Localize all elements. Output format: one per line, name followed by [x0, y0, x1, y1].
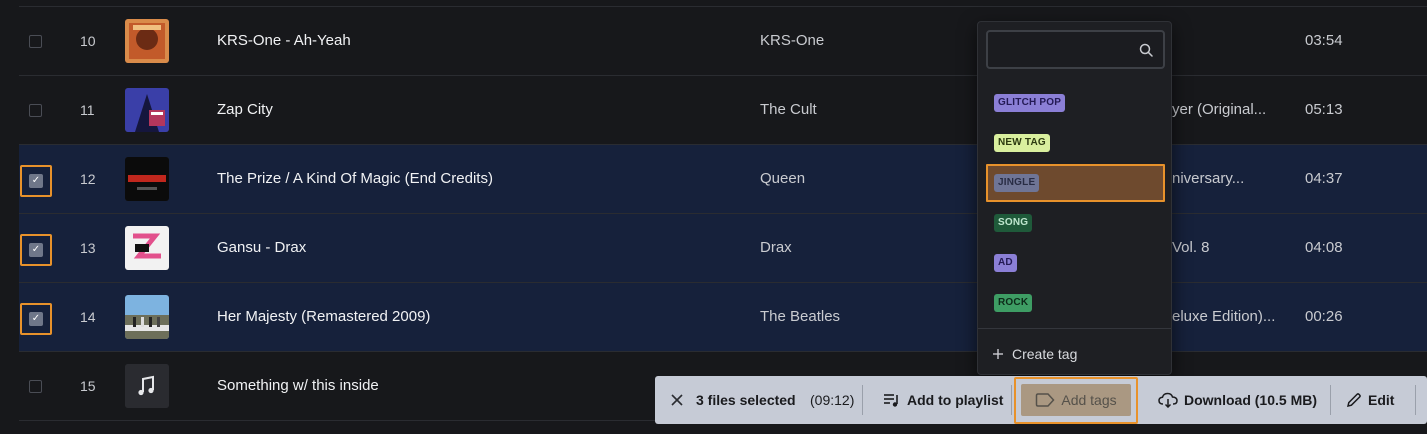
selection-action-bar: 3 files selected (09:12) Add to playlist…: [655, 376, 1427, 424]
edit-button[interactable]: Edit: [1346, 388, 1394, 412]
track-artist[interactable]: Queen: [760, 170, 805, 187]
tag-icon: [1036, 393, 1055, 407]
checkbox-focus-ring: ✓: [20, 303, 52, 335]
tag-chip: NEW TAG: [994, 134, 1050, 152]
create-tag-button[interactable]: Create tag: [992, 342, 1077, 366]
zap-city-cover: [125, 88, 169, 132]
table-row[interactable]: ✓ 13 Gansu - Drax Drax Vol. 8 04:08: [19, 214, 1427, 283]
plus-icon: [993, 349, 1003, 359]
row-checkbox[interactable]: [29, 35, 42, 48]
row-checkbox[interactable]: [29, 104, 42, 117]
tag-chip: SONG: [994, 214, 1033, 232]
row-checkbox[interactable]: ✓: [29, 174, 43, 188]
tag-search-field[interactable]: [986, 30, 1165, 69]
tag-option-rock[interactable]: ROCK: [986, 284, 1165, 322]
row-checkbox[interactable]: ✓: [29, 243, 43, 257]
track-title[interactable]: Something w/ this inside: [217, 377, 379, 394]
track-number: 13: [80, 240, 96, 256]
table-row[interactable]: 10 KRS-One - Ah-Yeah KRS-One 03:54: [19, 7, 1427, 76]
tag-option-new-tag[interactable]: NEW TAG: [986, 124, 1165, 162]
selected-count: 3 files selected: [696, 392, 796, 408]
abbey-road-cover: [125, 295, 169, 339]
track-title[interactable]: Zap City: [217, 101, 273, 118]
track-album[interactable]: yer (Original...: [1172, 101, 1266, 118]
checkbox-focus-ring: ✓: [20, 165, 52, 197]
tag-option-glitch-pop[interactable]: GLITCH POP: [986, 84, 1165, 122]
selected-duration: (09:12): [810, 392, 855, 408]
tag-option-jingle[interactable]: JINGLE: [986, 164, 1165, 202]
close-icon[interactable]: [667, 390, 687, 410]
track-duration: 04:37: [1305, 170, 1343, 187]
music-note-icon: [125, 364, 169, 408]
track-title[interactable]: The Prize / A Kind Of Magic (End Credits…: [217, 170, 493, 187]
track-artist[interactable]: The Cult: [760, 101, 817, 118]
row-checkbox[interactable]: [29, 380, 42, 393]
add-tags-label: Add tags: [1061, 392, 1117, 408]
pencil-icon: [1346, 393, 1361, 408]
track-artist[interactable]: The Beatles: [760, 308, 840, 325]
divider: [1415, 385, 1416, 415]
track-number: 10: [80, 33, 96, 49]
edit-label: Edit: [1368, 392, 1395, 408]
table-row[interactable]: ✓ 12 The Prize / A Kind Of Magic (End Cr…: [19, 145, 1427, 214]
search-icon: [1139, 43, 1153, 57]
tag-option-ad[interactable]: AD: [986, 244, 1165, 282]
track-table: 10 KRS-One - Ah-Yeah KRS-One 03:54 11 Za…: [19, 0, 1427, 434]
track-duration: 04:08: [1305, 239, 1343, 256]
track-duration: 00:26: [1305, 308, 1343, 325]
track-artist[interactable]: KRS-One: [760, 32, 824, 49]
add-tags-button-focus-ring: Add tags: [1014, 377, 1138, 424]
track-duration: 03:54: [1305, 32, 1343, 49]
tag-chip: GLITCH POP: [994, 94, 1066, 112]
vol-8-cover: [125, 226, 169, 270]
divider: [1330, 385, 1331, 415]
add-to-playlist-label: Add to playlist: [907, 392, 1004, 408]
playlist-add-icon: [884, 394, 898, 407]
track-album[interactable]: eluxe Edition)...: [1172, 308, 1275, 325]
highlander-cover: [125, 157, 169, 201]
track-title[interactable]: Gansu - Drax: [217, 239, 306, 256]
checkbox-focus-ring: ✓: [20, 234, 52, 266]
add-to-playlist-button[interactable]: Add to playlist: [883, 388, 1003, 412]
track-artist[interactable]: Drax: [760, 239, 792, 256]
track-duration: 05:13: [1305, 101, 1343, 118]
track-number: 11: [80, 102, 95, 118]
track-number: 15: [80, 378, 96, 394]
table-row[interactable]: ✓ 14 Her Majesty (Remastered 2009) The B…: [19, 283, 1427, 352]
track-album[interactable]: niversary...: [1172, 170, 1244, 187]
tag-option-song[interactable]: SONG: [986, 204, 1165, 242]
tag-dropdown: GLITCH POP NEW TAG JINGLE SONG AD ROCK Create…: [977, 21, 1172, 375]
track-title[interactable]: KRS-One - Ah-Yeah: [217, 32, 351, 49]
download-button[interactable]: Download (10.5 MB): [1158, 388, 1317, 412]
download-label: Download (10.5 MB): [1184, 392, 1318, 408]
tag-search-input[interactable]: [988, 32, 1163, 67]
track-album[interactable]: Vol. 8: [1172, 239, 1210, 256]
track-title[interactable]: Her Majesty (Remastered 2009): [217, 308, 430, 325]
divider: [862, 385, 863, 415]
tag-chip: JINGLE: [994, 174, 1040, 192]
divider: [978, 328, 1171, 329]
track-number: 14: [80, 309, 96, 325]
create-tag-label: Create tag: [1012, 346, 1078, 362]
row-checkbox[interactable]: ✓: [29, 312, 43, 326]
table-row[interactable]: 11 Zap City The Cult yer (Original... 05…: [19, 76, 1427, 145]
tag-chip: AD: [994, 254, 1017, 272]
track-number: 12: [80, 171, 96, 187]
krs-one-cover: [125, 19, 169, 63]
divider: [1011, 385, 1012, 415]
cloud-download-icon: [1158, 392, 1178, 408]
add-tags-button[interactable]: Add tags: [1021, 384, 1131, 416]
tag-chip: ROCK: [994, 294, 1033, 312]
